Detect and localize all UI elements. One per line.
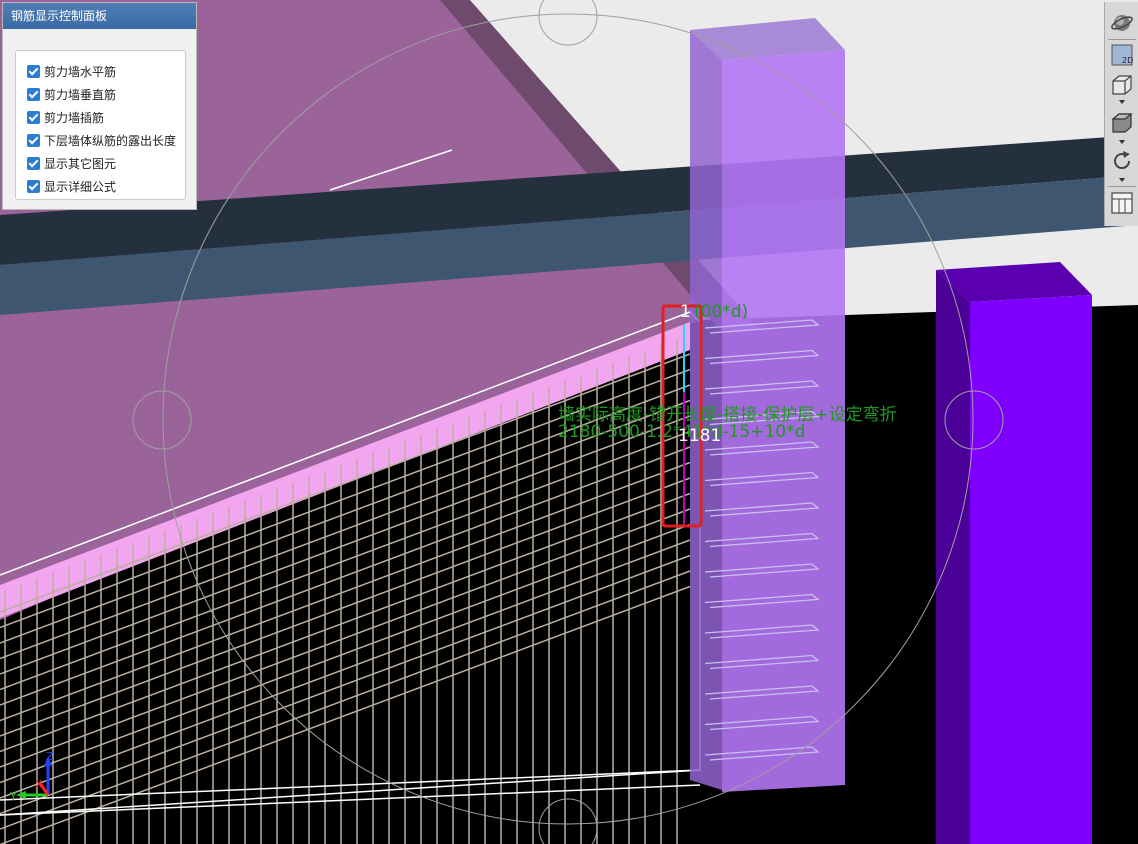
option-show-other-elements[interactable]: 显示其它图元 xyxy=(16,152,185,175)
orbit-button[interactable] xyxy=(1109,10,1135,36)
checkbox-checked-icon[interactable] xyxy=(27,157,40,170)
checkbox-checked-icon[interactable] xyxy=(27,111,40,124)
option-label: 剪力墙水平筋 xyxy=(44,65,117,79)
panel-title[interactable]: 钢筋显示控制面板 xyxy=(3,3,196,29)
rotate-icon xyxy=(1114,151,1131,170)
option-show-detailed-formula[interactable]: 显示详细公式 xyxy=(16,175,185,198)
option-label: 下层墙体纵筋的露出长度 xyxy=(44,134,177,148)
checkbox-checked-icon[interactable] xyxy=(27,134,40,147)
view-2d-button[interactable]: 2D xyxy=(1109,42,1135,68)
option-shear-wall-dowel-rebar[interactable]: 剪力墙插筋 xyxy=(16,106,185,129)
checkbox-checked-icon[interactable] xyxy=(27,65,40,78)
checkbox-checked-icon[interactable] xyxy=(27,88,40,101)
checkbox-checked-icon[interactable] xyxy=(27,180,40,193)
svg-text:Y: Y xyxy=(9,790,17,803)
option-shear-wall-horizontal-rebar[interactable]: 剪力墙水平筋 xyxy=(16,60,185,83)
option-label: 显示详细公式 xyxy=(44,180,117,194)
option-label: 显示其它图元 xyxy=(44,157,117,171)
layout-grid-button[interactable] xyxy=(1109,190,1135,216)
column-solid-front xyxy=(970,295,1092,844)
option-label: 剪力墙插筋 xyxy=(44,111,105,125)
toolbar-separator xyxy=(1108,39,1136,40)
view-2d-icon: 2D xyxy=(1111,44,1133,66)
top-label-number: 1 xyxy=(680,302,691,322)
rebar-display-control-panel: 钢筋显示控制面板 剪力墙水平筋 剪力墙垂直筋 剪力墙插筋 下层墙体纵筋的露出长度… xyxy=(2,2,197,210)
solid-box-icon xyxy=(1111,113,1133,133)
column-solid-left xyxy=(936,270,970,844)
orbit-icon xyxy=(1111,15,1133,31)
top-label-expression: (00*d) xyxy=(694,302,749,322)
option-lower-wall-exposed-length[interactable]: 下层墙体纵筋的露出长度 xyxy=(16,129,185,152)
svg-text:2D: 2D xyxy=(1122,56,1133,65)
view-3d-box-button[interactable] xyxy=(1109,72,1135,98)
layout-grid-icon xyxy=(1111,192,1133,214)
chevron-down-icon[interactable] xyxy=(1119,140,1125,144)
option-label: 剪力墙垂直筋 xyxy=(44,88,117,102)
rebar-length-value: 1181 xyxy=(678,426,722,446)
svg-text:X: X xyxy=(35,778,43,791)
view-3d-box-icon xyxy=(1112,75,1132,95)
chevron-down-icon[interactable] xyxy=(1119,100,1125,104)
chevron-down-icon[interactable] xyxy=(1119,178,1125,182)
rotate-button[interactable] xyxy=(1109,148,1135,174)
svg-text:Z: Z xyxy=(46,750,54,763)
option-shear-wall-vertical-rebar[interactable]: 剪力墙垂直筋 xyxy=(16,83,185,106)
solid-box-button[interactable] xyxy=(1109,110,1135,136)
toolbar-separator xyxy=(1108,186,1136,187)
view-toolbar: 2D xyxy=(1104,2,1138,226)
panel-options: 剪力墙水平筋 剪力墙垂直筋 剪力墙插筋 下层墙体纵筋的露出长度 显示其它图元 显… xyxy=(15,50,186,200)
